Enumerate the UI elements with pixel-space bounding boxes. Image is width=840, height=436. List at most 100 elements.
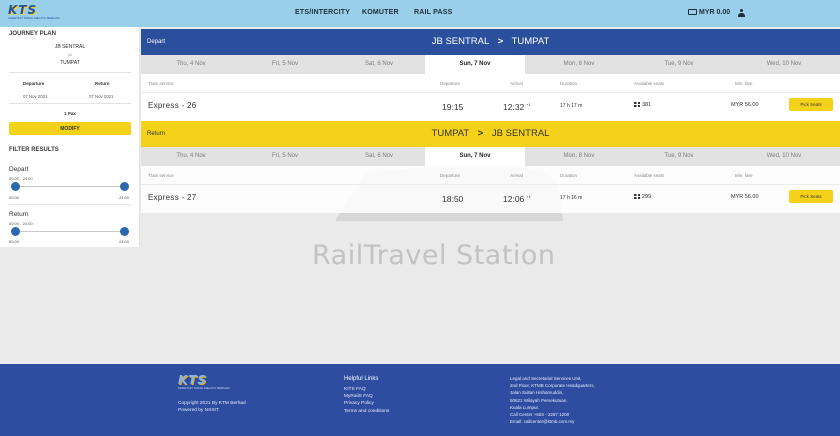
pick-seats-button[interactable]: Pick Seats bbox=[789, 98, 833, 111]
next-day-marker: +1 bbox=[526, 102, 531, 107]
return-origin: TUMPAT bbox=[431, 128, 470, 139]
depart-date-tab[interactable]: Thu, 4 Nov bbox=[141, 55, 241, 74]
footer-link-privacy-policy[interactable]: Privacy Policy bbox=[344, 400, 389, 407]
departure-date: 07 Nov 2021 bbox=[23, 94, 48, 99]
depart-trip-card: Train service Departure Arrival Duration… bbox=[141, 74, 840, 121]
copyright-text: Copyright 2021 By KTM Berhad bbox=[178, 401, 246, 406]
modify-button[interactable]: MODIFY bbox=[9, 122, 131, 135]
ktm-logo[interactable]: KTS KERETAPI TANAH MELAYU BERHAD bbox=[8, 3, 60, 20]
depart-time-slider[interactable] bbox=[14, 186, 124, 187]
return-slider-max-handle[interactable] bbox=[120, 227, 129, 236]
helpful-links-list: KITS FAQ MyRailS FAQ Privacy Policy Term… bbox=[344, 386, 389, 415]
col-duration: Duration bbox=[560, 173, 578, 178]
wallet-balance[interactable]: MYR 0.00 bbox=[688, 9, 730, 16]
departure-label: Departure bbox=[23, 81, 45, 86]
top-navbar: KTS KERETAPI TANAH MELAYU BERHAD ETS/INT… bbox=[0, 0, 840, 27]
email: Email: callcenter@ktmb.com.my bbox=[510, 419, 575, 425]
logo-mark: KTS bbox=[8, 3, 38, 17]
depart-destination: TUMPAT bbox=[511, 36, 550, 47]
return-date-strip: Thu, 4 Nov Fri, 5 Nov Sat, 6 Nov Sun, 7 … bbox=[141, 147, 840, 166]
nav-komuter[interactable]: KOMUTER bbox=[362, 9, 399, 16]
depart-date-tab-selected[interactable]: Sun, 7 Nov bbox=[425, 55, 525, 74]
depart-date-strip: Thu, 4 Nov Fri, 5 Nov Sat, 6 Nov Sun, 7 … bbox=[141, 55, 840, 74]
seat-count: 381 bbox=[642, 102, 652, 108]
arrival-time-value: 12:06 bbox=[503, 194, 525, 204]
col-duration: Duration bbox=[560, 81, 578, 86]
return-trip-card: Train service Departure Arrival Duration… bbox=[141, 166, 840, 213]
col-departure: Departure bbox=[440, 81, 461, 86]
trip-duration: 17 h 17 m bbox=[560, 103, 583, 109]
route-arrow-icon: > bbox=[497, 36, 504, 47]
train-service: Express - 26 bbox=[148, 101, 197, 110]
powered-by-text: Powered by NSSIT bbox=[178, 407, 219, 413]
return-min-value: 00:00 bbox=[9, 239, 20, 244]
return-slider-min-handle[interactable] bbox=[11, 227, 20, 236]
seat-icon bbox=[634, 102, 640, 107]
filter-results-title: FILTER RESULTS bbox=[9, 147, 59, 153]
depart-filter-range: 00:00 - 24:00 bbox=[9, 176, 33, 181]
footer-logo: KTS KERETAPI TANAH MELAYU BERHAD bbox=[178, 373, 230, 390]
min-fare: MYR 56.00 bbox=[731, 194, 759, 200]
journey-to-word: to bbox=[68, 52, 72, 57]
departure-time: 18:50 bbox=[442, 194, 464, 204]
depart-min-value: 00:00 bbox=[9, 195, 20, 200]
return-date-tab[interactable]: Thu, 4 Nov bbox=[141, 147, 241, 166]
divider bbox=[141, 92, 840, 93]
return-filter-range: 00:00 - 24:00 bbox=[9, 221, 33, 226]
footer-copyright: Copyright 2021 By KTM Berhad Powered by … bbox=[178, 401, 246, 414]
depart-date-tab[interactable]: Wed, 10 Nov bbox=[734, 55, 834, 74]
nav-rail-pass[interactable]: RAIL PASS bbox=[414, 9, 453, 16]
return-header: Return TUMPAT > JB SENTRAL bbox=[141, 121, 840, 147]
depart-filter-label: Depart bbox=[9, 166, 29, 173]
depart-slider-max-handle[interactable] bbox=[120, 182, 129, 191]
col-available-seats: Available seats bbox=[634, 173, 665, 178]
footer-logo-tagline: KERETAPI TANAH MELAYU BERHAD bbox=[178, 386, 230, 390]
address-line: Kuala Lumpur. bbox=[510, 404, 540, 410]
divider bbox=[9, 204, 131, 205]
wallet-icon bbox=[688, 9, 697, 15]
address-line: 2nd Floor, KTMB Corporate Headquarters, bbox=[510, 383, 595, 389]
arrival-time: 12:06 +1 bbox=[503, 194, 531, 204]
depart-origin: JB SENTRAL bbox=[431, 36, 489, 47]
return-destination: JB SENTRAL bbox=[491, 128, 550, 139]
return-date-tab[interactable]: Sat, 6 Nov bbox=[329, 147, 429, 166]
col-min-fare: Min. fare bbox=[735, 173, 753, 178]
divider bbox=[141, 184, 840, 185]
footer-link-myrails-faq[interactable]: MyRailS FAQ bbox=[344, 393, 389, 400]
depart-date-tab[interactable]: Mon, 8 Nov bbox=[529, 55, 629, 74]
call-center: Call Center +603 - 2267 1200 bbox=[510, 412, 570, 418]
return-date: 07 Nov 2021 bbox=[89, 94, 114, 99]
return-label: Return bbox=[95, 81, 110, 86]
col-arrival: Arrival bbox=[510, 173, 523, 178]
depart-date-tab[interactable]: Sat, 6 Nov bbox=[329, 55, 429, 74]
address-line: Jalan Sultan Hishamuddin, bbox=[510, 390, 564, 396]
return-date-tab[interactable]: Fri, 5 Nov bbox=[235, 147, 335, 166]
return-time-slider[interactable] bbox=[14, 231, 124, 232]
seat-icon bbox=[634, 194, 640, 199]
seat-count: 299 bbox=[642, 194, 652, 200]
col-min-fare: Min. fare bbox=[735, 81, 753, 86]
depart-slider-min-handle[interactable] bbox=[11, 182, 20, 191]
depart-date-tab[interactable]: Fri, 5 Nov bbox=[235, 55, 335, 74]
footer-link-terms[interactable]: Terms and conditions bbox=[344, 408, 389, 415]
divider bbox=[9, 103, 131, 104]
user-icon[interactable] bbox=[738, 9, 745, 17]
return-date-tab[interactable]: Mon, 8 Nov bbox=[529, 147, 629, 166]
next-day-marker: +1 bbox=[526, 194, 531, 199]
return-date-tab[interactable]: Tue, 9 Nov bbox=[629, 147, 729, 166]
return-date-tab[interactable]: Wed, 10 Nov bbox=[734, 147, 834, 166]
depart-date-tab[interactable]: Tue, 9 Nov bbox=[629, 55, 729, 74]
arrival-time: 12:32 +1 bbox=[503, 102, 531, 112]
footer-link-kits-faq[interactable]: KITS FAQ bbox=[344, 386, 389, 393]
pick-seats-button[interactable]: Pick Seats bbox=[789, 190, 833, 203]
available-seats: 381 bbox=[634, 102, 651, 108]
nav-ets-intercity[interactable]: ETS/INTERCITY bbox=[295, 9, 350, 16]
journey-to: TUMPAT bbox=[60, 60, 80, 66]
return-filter-label: Return bbox=[9, 211, 29, 218]
address-line: 50621 Wilayah Persekutuan, bbox=[510, 397, 568, 403]
depart-route: JB SENTRAL > TUMPAT bbox=[141, 36, 840, 47]
return-date-tab-selected[interactable]: Sun, 7 Nov bbox=[425, 147, 525, 166]
footer-logo-mark: KTS bbox=[178, 373, 208, 387]
watermark: RailTravel Station bbox=[312, 240, 556, 271]
col-arrival: Arrival bbox=[510, 81, 523, 86]
